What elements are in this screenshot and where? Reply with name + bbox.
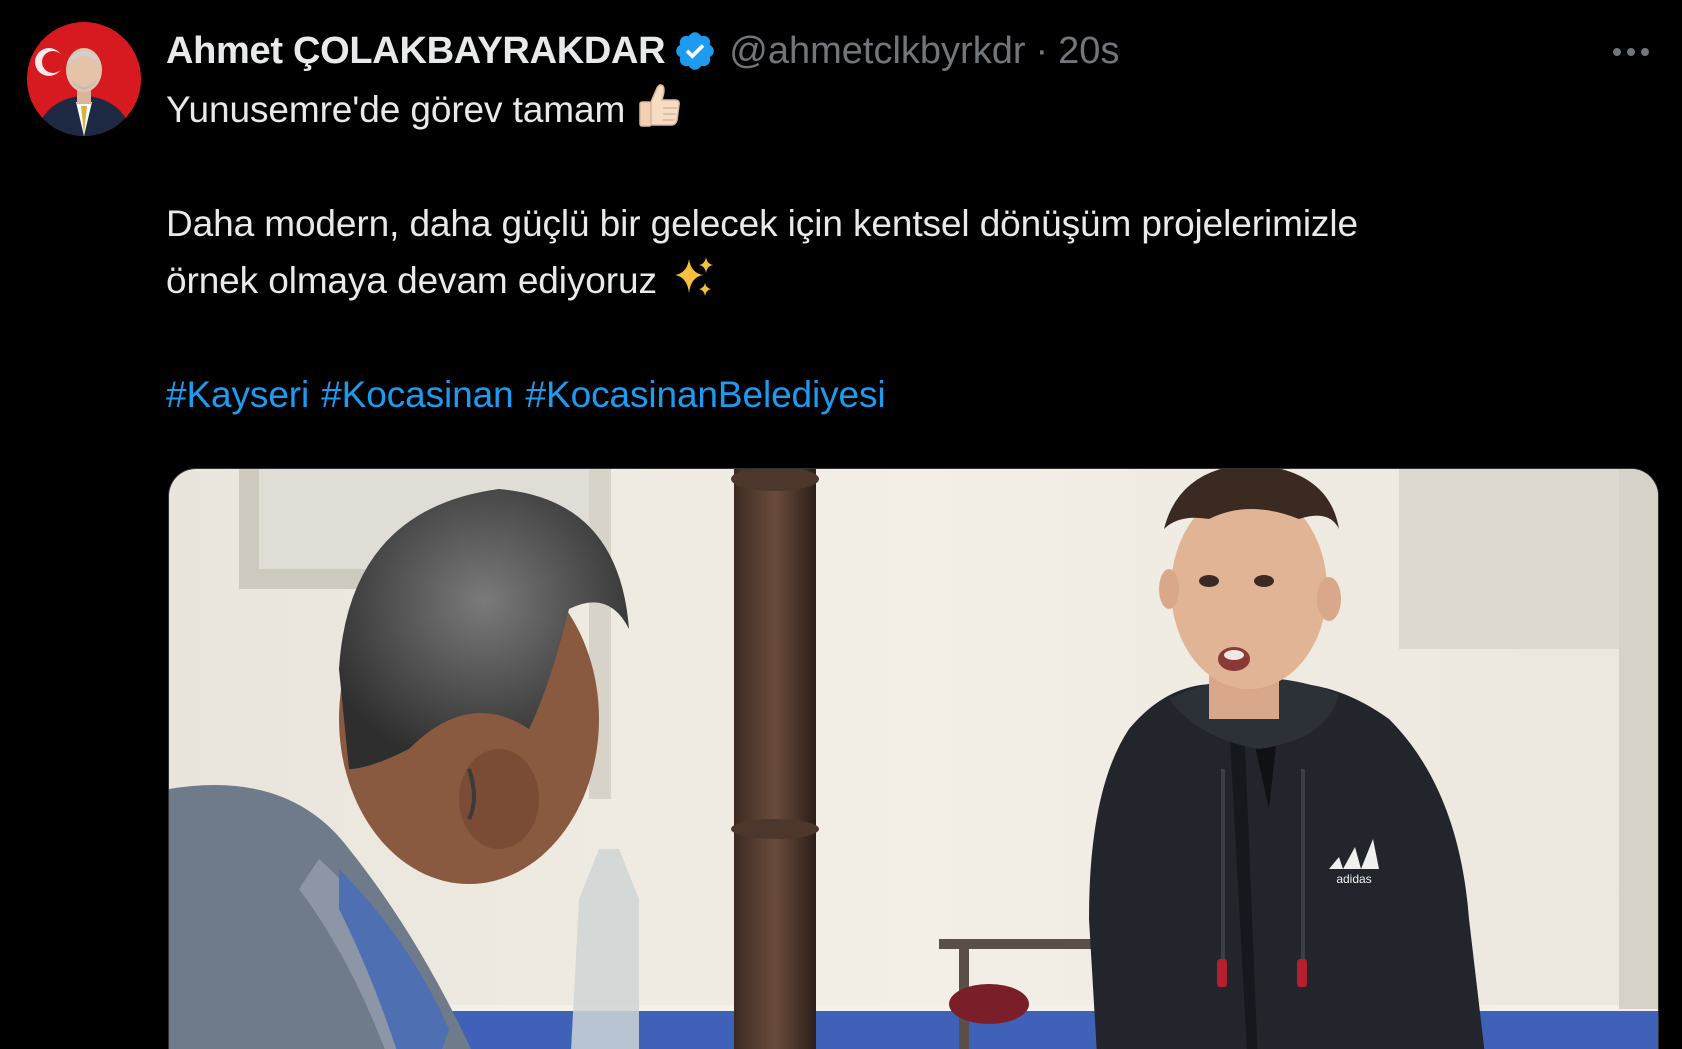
tweet-text-line: örnek olmaya devam ediyoruz [166,252,1656,309]
sparkles-emoji [669,253,717,301]
hashtag-link[interactable]: #KocasinanBelediyesi [526,366,886,423]
tweet-media-image[interactable]: adidas [168,468,1659,1049]
avatar-image [27,22,141,136]
tweet-text-line: Yunusemre'de görev tamam [166,80,1656,138]
thumbs-up-emoji [635,80,685,130]
tweet-text: Yunusemre'de görev tamam Daha modern, da… [166,80,1656,423]
tweet-content: Ahmet ÇOLAKBAYRAKDAR @ahmetclkbyrkdr · 2… [166,22,1656,423]
hashtag-list: #Kayseri #Kocasinan #KocasinanBelediyesi [166,366,1656,423]
tweet-text-line-1: Yunusemre'de görev tamam [166,89,626,130]
hashtag-link[interactable]: #Kocasinan [321,366,513,423]
tweet[interactable]: Ahmet ÇOLAKBAYRAKDAR @ahmetclkbyrkdr · 2… [0,0,1682,1049]
svg-text:adidas: adidas [1336,872,1371,886]
author-display-name[interactable]: Ahmet ÇOLAKBAYRAKDAR [166,30,666,73]
media-photo: adidas [169,469,1658,1049]
tweet-timestamp[interactable]: 20s [1058,30,1119,73]
verified-badge-icon [673,29,717,73]
tweet-text-line-3: örnek olmaya devam ediyoruz [166,260,657,301]
author-handle[interactable]: @ahmetclkbyrkdr [729,30,1025,73]
tweet-header: Ahmet ÇOLAKBAYRAKDAR @ahmetclkbyrkdr · 2… [166,22,1656,80]
more-horizontal-icon[interactable] [1606,32,1656,72]
header-separator: · [1035,29,1049,72]
tweet-text-line: Daha modern, daha güçlü bir gelecek için… [166,203,1358,244]
hashtag-link[interactable]: #Kayseri [166,366,309,423]
author-avatar[interactable] [27,22,141,136]
